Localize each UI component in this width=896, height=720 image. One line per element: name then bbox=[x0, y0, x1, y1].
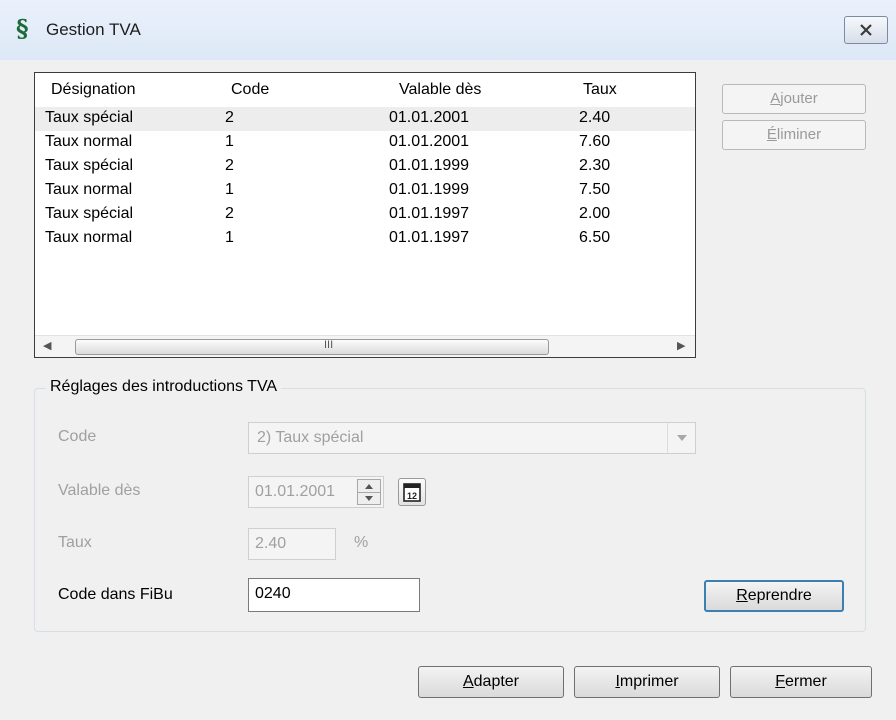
rate-label: Taux bbox=[58, 534, 92, 551]
cell-valid-from: 01.01.2001 bbox=[389, 133, 470, 150]
rate-field[interactable]: 2.40 bbox=[248, 528, 336, 560]
close-icon bbox=[860, 24, 872, 36]
table-row[interactable]: Taux normal 1 01.01.1999 7.50 bbox=[35, 179, 695, 203]
add-button[interactable]: Ajouter bbox=[722, 84, 866, 114]
percent-unit: % bbox=[354, 534, 369, 551]
column-header-rate[interactable]: Taux bbox=[583, 81, 617, 99]
scroll-right-icon[interactable]: ▶ bbox=[677, 339, 685, 352]
cell-designation: Taux spécial bbox=[45, 157, 134, 174]
cell-rate: 2.40 bbox=[579, 109, 611, 126]
cell-valid-from: 01.01.1999 bbox=[389, 157, 470, 174]
valid-from-label: Valable dès bbox=[58, 482, 141, 499]
cell-rate: 6.50 bbox=[579, 229, 611, 246]
horizontal-scrollbar[interactable]: ◀ III ▶ bbox=[35, 335, 695, 357]
cell-rate: 2.00 bbox=[579, 205, 611, 222]
table-row[interactable]: Taux normal 1 01.01.2001 7.60 bbox=[35, 131, 695, 155]
valid-from-date-field[interactable]: 01.01.2001 bbox=[248, 476, 384, 508]
spin-up-icon[interactable] bbox=[358, 480, 380, 492]
cell-rate: 7.60 bbox=[579, 133, 611, 150]
cell-valid-from: 01.01.2001 bbox=[389, 109, 470, 126]
valid-from-value: 01.01.2001 bbox=[255, 483, 336, 500]
app-icon: § bbox=[16, 14, 29, 43]
scroll-left-icon[interactable]: ◀ bbox=[43, 339, 51, 352]
list-body: Taux spécial 2 01.01.2001 2.40 Taux normal 1 0… bbox=[35, 107, 695, 251]
date-spinner[interactable] bbox=[357, 479, 381, 505]
code-label: Code bbox=[58, 428, 97, 445]
cell-designation: Taux normal bbox=[45, 133, 133, 150]
table-row[interactable]: Taux spécial 2 01.01.1997 2.00 bbox=[35, 203, 695, 227]
cell-code: 2 bbox=[225, 205, 234, 222]
spin-down-icon[interactable] bbox=[358, 492, 380, 504]
code-select-value: 2) Taux spécial bbox=[257, 429, 364, 446]
fibu-code-field[interactable] bbox=[248, 578, 420, 612]
fibu-code-input[interactable] bbox=[255, 585, 415, 603]
cell-rate: 7.50 bbox=[579, 181, 611, 198]
print-button[interactable]: Imprimer bbox=[574, 666, 720, 698]
apply-button[interactable]: Reprendre bbox=[704, 580, 844, 612]
fibu-code-label: Code dans FiBu bbox=[58, 586, 173, 603]
remove-button[interactable]: Éliminer bbox=[722, 120, 866, 150]
scroll-thumb[interactable]: III bbox=[75, 339, 549, 355]
column-header-code[interactable]: Code bbox=[231, 81, 269, 99]
cell-valid-from: 01.01.1997 bbox=[389, 229, 470, 246]
cell-rate: 2.30 bbox=[579, 157, 611, 174]
calendar-button[interactable]: 12 bbox=[398, 478, 426, 506]
dropdown-arrow-icon[interactable] bbox=[667, 423, 695, 453]
table-row[interactable]: Taux spécial 2 01.01.1999 2.30 bbox=[35, 155, 695, 179]
cell-code: 1 bbox=[225, 229, 234, 246]
table-row[interactable]: Taux spécial 2 01.01.2001 2.40 bbox=[35, 107, 695, 131]
group-title: Réglages des introductions TVA bbox=[46, 378, 282, 396]
close-button[interactable]: Fermer bbox=[730, 666, 872, 698]
cell-designation: Taux spécial bbox=[45, 109, 134, 126]
cell-designation: Taux spécial bbox=[45, 205, 134, 222]
column-header-designation[interactable]: Désignation bbox=[51, 81, 136, 99]
title-bar: § Gestion TVA bbox=[0, 0, 896, 60]
code-select[interactable]: 2) Taux spécial bbox=[248, 422, 696, 454]
adapt-button[interactable]: Adapter bbox=[418, 666, 564, 698]
scroll-grip-icon: III bbox=[324, 339, 334, 351]
window-title: Gestion TVA bbox=[46, 20, 141, 39]
cell-valid-from: 01.01.1997 bbox=[389, 205, 470, 222]
svg-text:12: 12 bbox=[407, 491, 417, 501]
rate-value: 2.40 bbox=[255, 535, 287, 552]
cell-code: 2 bbox=[225, 109, 234, 126]
column-header-valid-from[interactable]: Valable dès bbox=[399, 81, 481, 99]
calendar-icon: 12 bbox=[403, 483, 421, 502]
vat-rates-list[interactable]: Désignation Code Valable dès Taux Taux s… bbox=[34, 72, 696, 358]
table-row[interactable]: Taux normal 1 01.01.1997 6.50 bbox=[35, 227, 695, 251]
cell-designation: Taux normal bbox=[45, 181, 133, 198]
list-header: Désignation Code Valable dès Taux bbox=[35, 73, 695, 107]
cell-code: 1 bbox=[225, 133, 234, 150]
cell-code: 1 bbox=[225, 181, 234, 198]
cell-valid-from: 01.01.1999 bbox=[389, 181, 470, 198]
close-window-button[interactable] bbox=[844, 16, 888, 44]
cell-code: 2 bbox=[225, 157, 234, 174]
cell-designation: Taux normal bbox=[45, 229, 133, 246]
